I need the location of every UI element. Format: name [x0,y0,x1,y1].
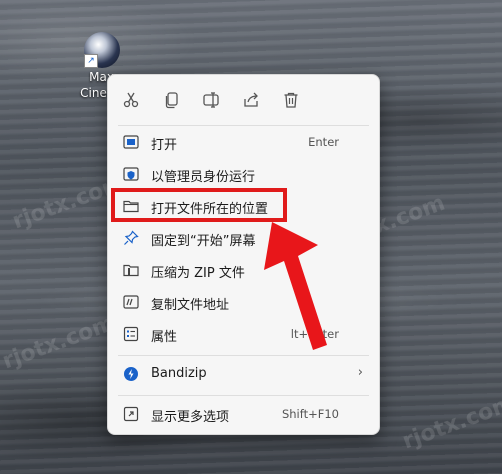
red-arrow-annotation [264,222,327,350]
